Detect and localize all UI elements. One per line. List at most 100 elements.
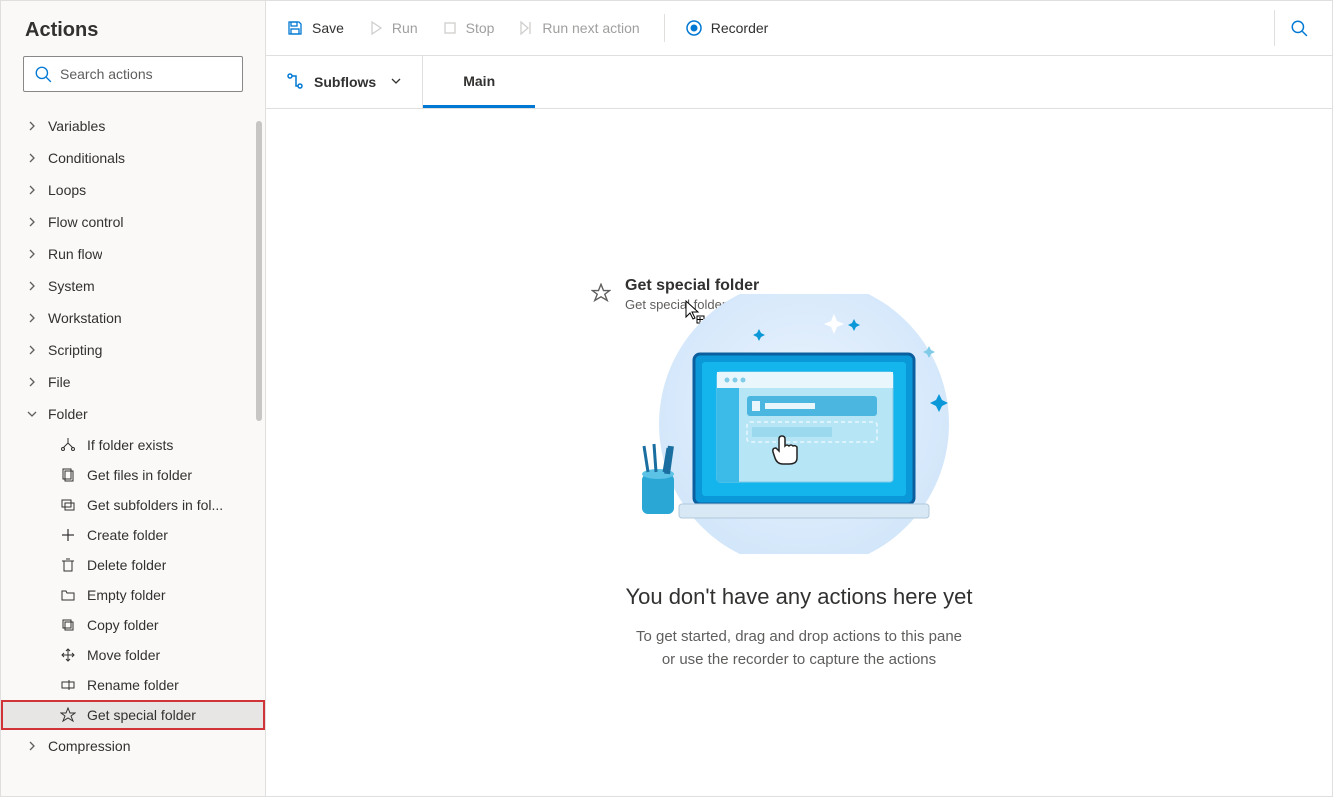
- stop-label: Stop: [466, 20, 495, 36]
- chevron-right-icon: [25, 279, 39, 293]
- tree-label: System: [48, 278, 95, 294]
- tree-label: Empty folder: [87, 587, 166, 603]
- tree-label: Rename folder: [87, 677, 179, 693]
- play-icon: [368, 20, 384, 36]
- trash-icon: [59, 557, 77, 573]
- sidebar-title: Actions: [1, 1, 265, 56]
- subflows-dropdown[interactable]: Subflows: [266, 56, 423, 108]
- action-create-folder[interactable]: Create folder: [1, 520, 265, 550]
- tree-group-folder[interactable]: Folder: [1, 398, 265, 430]
- subflows-label: Subflows: [314, 74, 376, 90]
- tree-label: Compression: [48, 738, 130, 754]
- chevron-right-icon: [25, 151, 39, 165]
- tree-group-loops[interactable]: Loops: [1, 174, 265, 206]
- branch-icon: [59, 437, 77, 453]
- chevron-right-icon: [25, 183, 39, 197]
- tree-label: Create folder: [87, 527, 168, 543]
- chevron-down-icon: [390, 74, 402, 90]
- folder-icon: [59, 587, 77, 603]
- action-rename-folder[interactable]: Rename folder: [1, 670, 265, 700]
- tree-label: If folder exists: [87, 437, 173, 453]
- save-label: Save: [312, 20, 344, 36]
- action-get-special-folder[interactable]: Get special folder: [1, 700, 265, 730]
- empty-state: You don't have any actions here yet To g…: [619, 294, 979, 671]
- chevron-right-icon: [25, 215, 39, 229]
- empty-line1: To get started, drag and drop actions to…: [619, 626, 979, 649]
- tree-label: Loops: [48, 182, 86, 198]
- chevron-right-icon: [25, 739, 39, 753]
- tab-main[interactable]: Main: [423, 56, 535, 108]
- actions-tree: Variables Conditionals Loops Flow contro…: [1, 104, 265, 796]
- chevron-right-icon: [25, 311, 39, 325]
- subflows-icon: [286, 72, 304, 93]
- search-button[interactable]: [1274, 10, 1322, 46]
- tree-label: Delete folder: [87, 557, 166, 573]
- files-icon: [59, 467, 77, 483]
- empty-state-illustration: [619, 294, 979, 554]
- rename-icon: [59, 677, 77, 693]
- move-icon: [59, 647, 77, 663]
- tree-label: Conditionals: [48, 150, 125, 166]
- tree-label: Move folder: [87, 647, 160, 663]
- toolbar: Save Run Stop Run next action Recorder: [266, 1, 1332, 56]
- subfolders-icon: [59, 497, 77, 513]
- scrollbar[interactable]: [256, 121, 262, 421]
- tree-group-compression[interactable]: Compression: [1, 730, 265, 762]
- plus-icon: [59, 527, 77, 543]
- run-label: Run: [392, 20, 418, 36]
- chevron-down-icon: [25, 407, 39, 421]
- stop-button[interactable]: Stop: [432, 10, 505, 46]
- run-button[interactable]: Run: [358, 10, 428, 46]
- search-icon: [34, 65, 52, 83]
- chevron-right-icon: [25, 343, 39, 357]
- tree-label: Workstation: [48, 310, 122, 326]
- run-next-button[interactable]: Run next action: [508, 10, 649, 46]
- main-area: Save Run Stop Run next action Recorder: [266, 1, 1332, 796]
- step-icon: [518, 20, 534, 36]
- action-get-files-in-folder[interactable]: Get files in folder: [1, 460, 265, 490]
- tree-label: Scripting: [48, 342, 102, 358]
- tree-label: Get files in folder: [87, 467, 192, 483]
- save-button[interactable]: Save: [276, 10, 354, 46]
- drag-title: Get special folder: [625, 277, 759, 295]
- star-icon: [591, 283, 611, 306]
- action-if-folder-exists[interactable]: If folder exists: [1, 430, 265, 460]
- tree-group-scripting[interactable]: Scripting: [1, 334, 265, 366]
- chevron-right-icon: [25, 375, 39, 389]
- tab-label: Main: [463, 73, 495, 89]
- tree-group-conditionals[interactable]: Conditionals: [1, 142, 265, 174]
- empty-subtitle: To get started, drag and drop actions to…: [619, 626, 979, 671]
- copy-icon: [59, 617, 77, 633]
- tree-label: Flow control: [48, 214, 123, 230]
- tree-group-variables[interactable]: Variables: [1, 110, 265, 142]
- run-next-label: Run next action: [542, 20, 639, 36]
- star-icon: [59, 707, 77, 723]
- flow-canvas[interactable]: Get special folder Get special folder: [266, 109, 1332, 796]
- tree-label: Get subfolders in fol...: [87, 497, 223, 513]
- tree-group-run-flow[interactable]: Run flow: [1, 238, 265, 270]
- tree-group-flow-control[interactable]: Flow control: [1, 206, 265, 238]
- tree-group-system[interactable]: System: [1, 270, 265, 302]
- recorder-button[interactable]: Recorder: [675, 10, 779, 46]
- chevron-right-icon: [25, 247, 39, 261]
- empty-line2: or use the recorder to capture the actio…: [619, 649, 979, 672]
- tree-label: File: [48, 374, 71, 390]
- tree-group-file[interactable]: File: [1, 366, 265, 398]
- record-icon: [685, 19, 703, 37]
- action-get-subfolders[interactable]: Get subfolders in fol...: [1, 490, 265, 520]
- action-move-folder[interactable]: Move folder: [1, 640, 265, 670]
- search-actions-input[interactable]: [52, 66, 241, 82]
- action-empty-folder[interactable]: Empty folder: [1, 580, 265, 610]
- tree-label: Folder: [48, 406, 88, 422]
- empty-title: You don't have any actions here yet: [619, 584, 979, 610]
- tree-label: Variables: [48, 118, 105, 134]
- search-actions-box[interactable]: [23, 56, 243, 92]
- action-delete-folder[interactable]: Delete folder: [1, 550, 265, 580]
- tree-group-workstation[interactable]: Workstation: [1, 302, 265, 334]
- toolbar-separator: [664, 14, 665, 42]
- recorder-label: Recorder: [711, 20, 769, 36]
- actions-sidebar: Actions Variables Conditionals Loops Flo…: [1, 1, 266, 796]
- stop-icon: [442, 20, 458, 36]
- save-icon: [286, 19, 304, 37]
- action-copy-folder[interactable]: Copy folder: [1, 610, 265, 640]
